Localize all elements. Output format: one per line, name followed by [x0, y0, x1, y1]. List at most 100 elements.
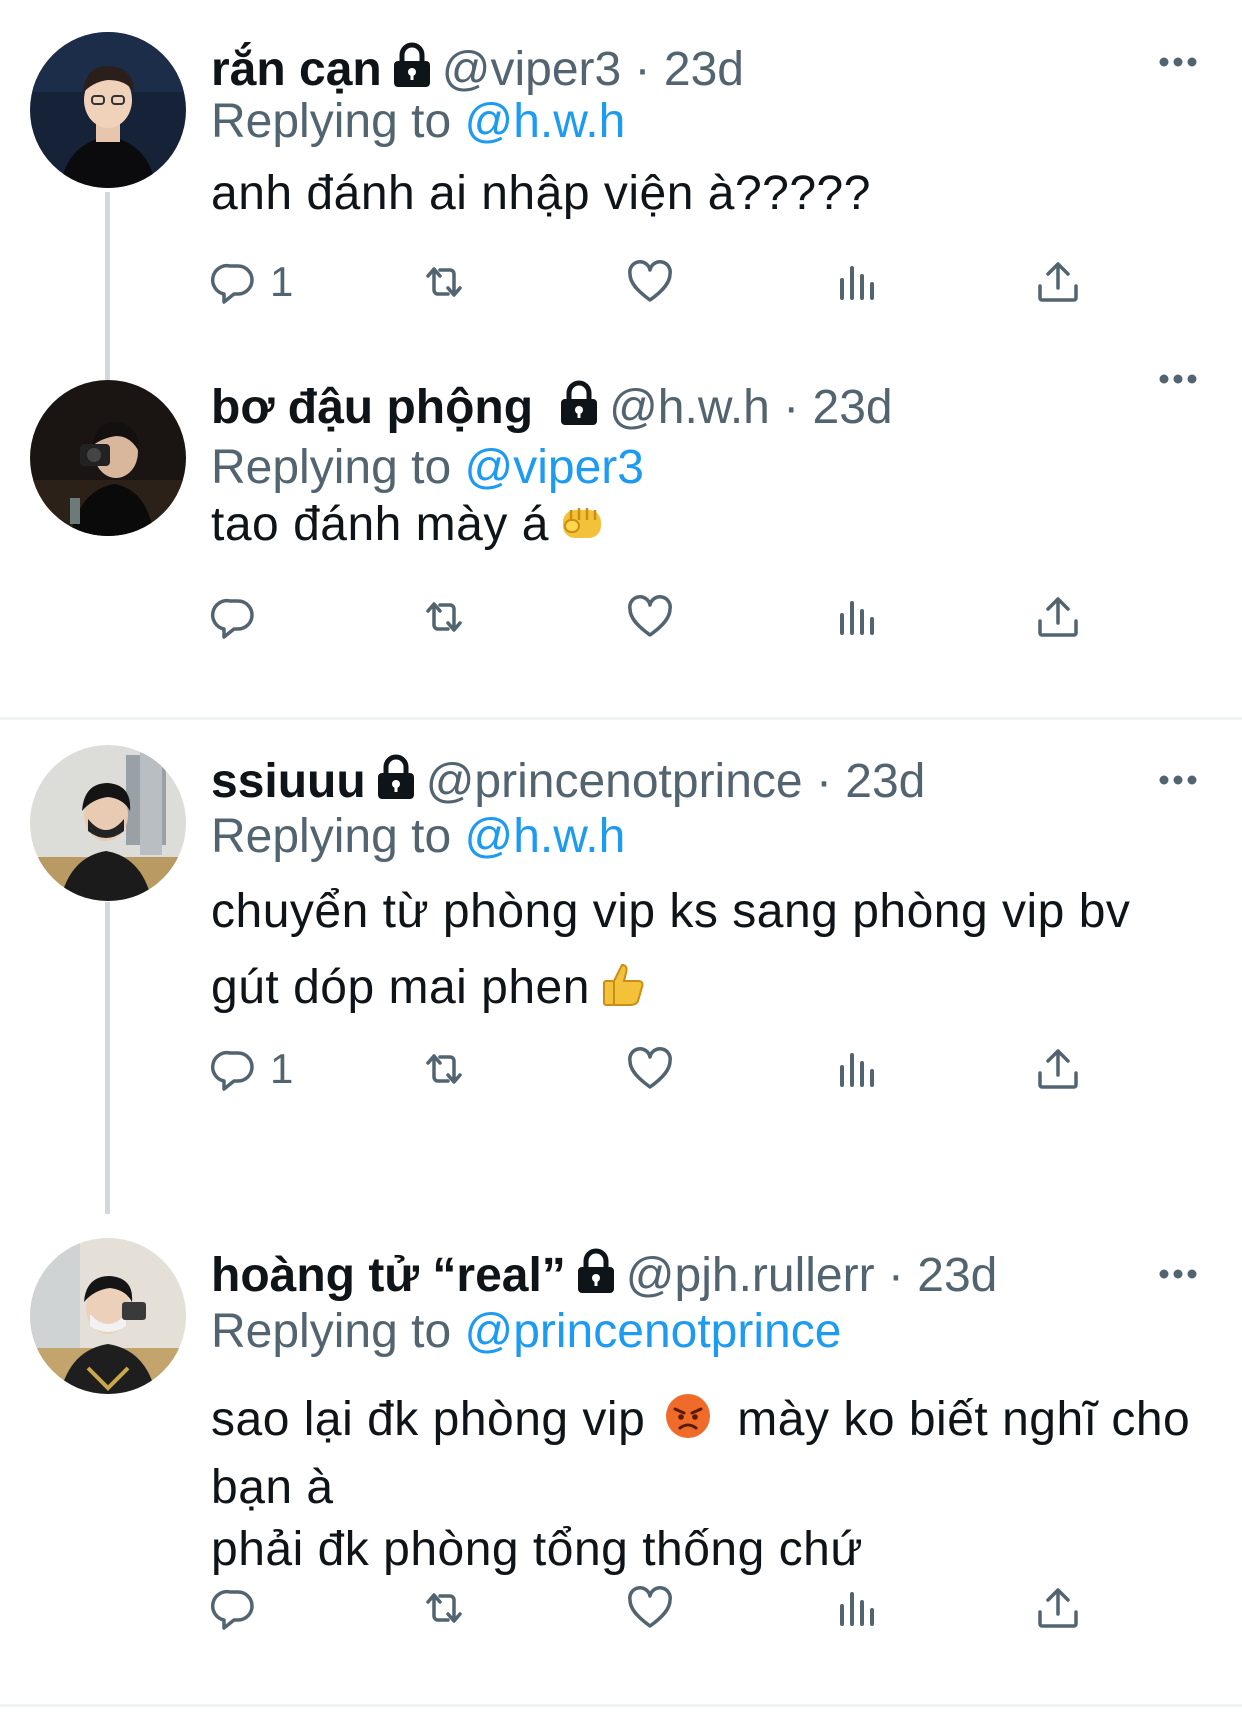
- retweet-icon: [426, 267, 462, 297]
- separator: ·: [769, 381, 813, 434]
- oncoming-fist-emoji-icon: [557, 496, 607, 562]
- more-options-icon[interactable]: [1158, 1264, 1198, 1284]
- timestamp[interactable]: 23d: [917, 1249, 997, 1302]
- handle[interactable]: @h.w.h: [609, 381, 770, 434]
- separator: ·: [874, 1249, 918, 1302]
- tweet-text: chuyển từ phòng vip ks sang phòng vip bv…: [211, 881, 1201, 1025]
- more-options-icon[interactable]: [1158, 369, 1198, 389]
- replying-handle-link[interactable]: @princenotprince: [464, 1305, 841, 1358]
- timestamp[interactable]: 23d: [845, 755, 925, 808]
- share-button[interactable]: [1032, 252, 1084, 312]
- replying-label: Replying to: [211, 810, 465, 863]
- timestamp[interactable]: 23d: [813, 381, 893, 434]
- like-button[interactable]: [624, 1578, 676, 1638]
- thumbs-up-emoji-icon: [598, 959, 648, 1025]
- tweet-text-line: tao đánh mày á: [211, 494, 1201, 562]
- like-button[interactable]: [624, 252, 676, 312]
- heart-icon: [628, 595, 672, 637]
- display-name[interactable]: rắn cạn: [211, 43, 382, 96]
- reply-button[interactable]: 1: [208, 252, 293, 312]
- heart-icon: [628, 1047, 672, 1089]
- thread-divider: [0, 1704, 1242, 1707]
- tweet-3[interactable]: ssiuuu @princenotprince · 23d Replying to…: [0, 720, 1242, 1214]
- reply-count: 1: [270, 258, 294, 305]
- avatar[interactable]: [30, 1238, 186, 1394]
- tweet-text-line: gút dóp mai phen: [211, 957, 1201, 1025]
- retweet-button[interactable]: [418, 252, 470, 312]
- timestamp[interactable]: 23d: [664, 43, 744, 96]
- avatar[interactable]: [30, 380, 186, 536]
- handle[interactable]: @princenotprince: [426, 755, 803, 808]
- analytics-button[interactable]: [830, 587, 882, 647]
- display-name[interactable]: ssiuuu: [211, 755, 366, 808]
- avatar[interactable]: [30, 32, 186, 188]
- tweet-text-line: sao lại đk phòng vip mày ko biết nghĩ cho…: [211, 1389, 1201, 1519]
- share-icon: [1038, 1588, 1078, 1628]
- replying-to: Replying to @princenotprince: [211, 1302, 841, 1362]
- tweet-2[interactable]: bơ đậu phộng @h.w.h · 23d Replying to @vi…: [0, 345, 1242, 717]
- more-options-icon[interactable]: [1158, 52, 1198, 72]
- tweet-text-content: gút dóp mai phen: [211, 961, 590, 1014]
- lock-icon: [555, 379, 603, 442]
- handle[interactable]: @pjh.rullerr: [626, 1249, 875, 1302]
- action-bar: [0, 587, 1242, 647]
- tweet-1[interactable]: rắn cạn @viper3 · 23d Replying to @h.w.h …: [0, 0, 1242, 380]
- retweet-icon: [426, 1054, 462, 1084]
- tweet-text-line: anh đánh ai nhập viện à?????: [211, 167, 871, 220]
- like-button[interactable]: [624, 587, 676, 647]
- display-name[interactable]: bơ đậu phộng: [211, 381, 533, 434]
- share-button[interactable]: [1032, 1578, 1084, 1638]
- retweet-icon: [426, 602, 462, 632]
- heart-icon: [628, 260, 672, 302]
- retweet-icon: [426, 1593, 462, 1623]
- reply-icon: [211, 263, 254, 304]
- replying-handle-link[interactable]: @viper3: [464, 441, 643, 494]
- analytics-icon: [840, 601, 874, 635]
- share-button[interactable]: [1032, 1039, 1084, 1099]
- angry-face-emoji-icon: [663, 1391, 713, 1457]
- like-button[interactable]: [624, 1039, 676, 1099]
- retweet-button[interactable]: [418, 1039, 470, 1099]
- replying-to: Replying to @viper3: [211, 438, 644, 498]
- tweet-text: tao đánh mày á: [211, 494, 1201, 562]
- analytics-icon: [840, 266, 874, 300]
- display-name[interactable]: hoàng tử “real”: [211, 1249, 566, 1302]
- reply-icon: [211, 598, 254, 639]
- replying-handle-link[interactable]: @h.w.h: [464, 810, 625, 863]
- action-bar: 1: [0, 252, 1242, 312]
- analytics-button[interactable]: [830, 1578, 882, 1638]
- tweet-text-line: chuyển từ phòng vip ks sang phòng vip bv: [211, 885, 1131, 938]
- reply-icon: [211, 1589, 254, 1630]
- replying-to: Replying to @h.w.h: [211, 807, 625, 867]
- heart-icon: [628, 1586, 672, 1628]
- replying-label: Replying to: [211, 441, 465, 494]
- tweet-text: anh đánh ai nhập viện à?????: [211, 163, 1201, 225]
- analytics-button[interactable]: [830, 252, 882, 312]
- share-button[interactable]: [1032, 587, 1084, 647]
- tweet-4[interactable]: hoàng tử “real” @pjh.rullerr · 23d Replyi…: [0, 1214, 1242, 1694]
- handle[interactable]: @viper3: [442, 43, 621, 96]
- more-options-icon[interactable]: [1158, 770, 1198, 790]
- replying-label: Replying to: [211, 1305, 465, 1358]
- analytics-icon: [840, 1592, 874, 1626]
- replying-handle-link[interactable]: @h.w.h: [464, 95, 625, 148]
- replying-to: Replying to @h.w.h: [211, 92, 625, 152]
- action-bar: 1: [0, 1039, 1242, 1099]
- tweet-text-content: sao lại đk phòng vip: [211, 1393, 646, 1446]
- analytics-icon: [840, 1053, 874, 1087]
- lock-icon: [572, 1247, 620, 1310]
- share-icon: [1038, 597, 1078, 637]
- retweet-button[interactable]: [418, 1578, 470, 1638]
- reply-button[interactable]: [208, 1578, 270, 1638]
- analytics-button[interactable]: [830, 1039, 882, 1099]
- reply-count: 1: [270, 1045, 294, 1092]
- share-icon: [1038, 262, 1078, 302]
- replying-label: Replying to: [211, 95, 465, 148]
- share-icon: [1038, 1049, 1078, 1089]
- reply-button[interactable]: [208, 587, 270, 647]
- action-bar: [0, 1578, 1242, 1638]
- retweet-button[interactable]: [418, 587, 470, 647]
- reply-button[interactable]: 1: [208, 1039, 293, 1099]
- avatar[interactable]: [30, 745, 186, 901]
- tweet-text-content: tao đánh mày á: [211, 498, 549, 551]
